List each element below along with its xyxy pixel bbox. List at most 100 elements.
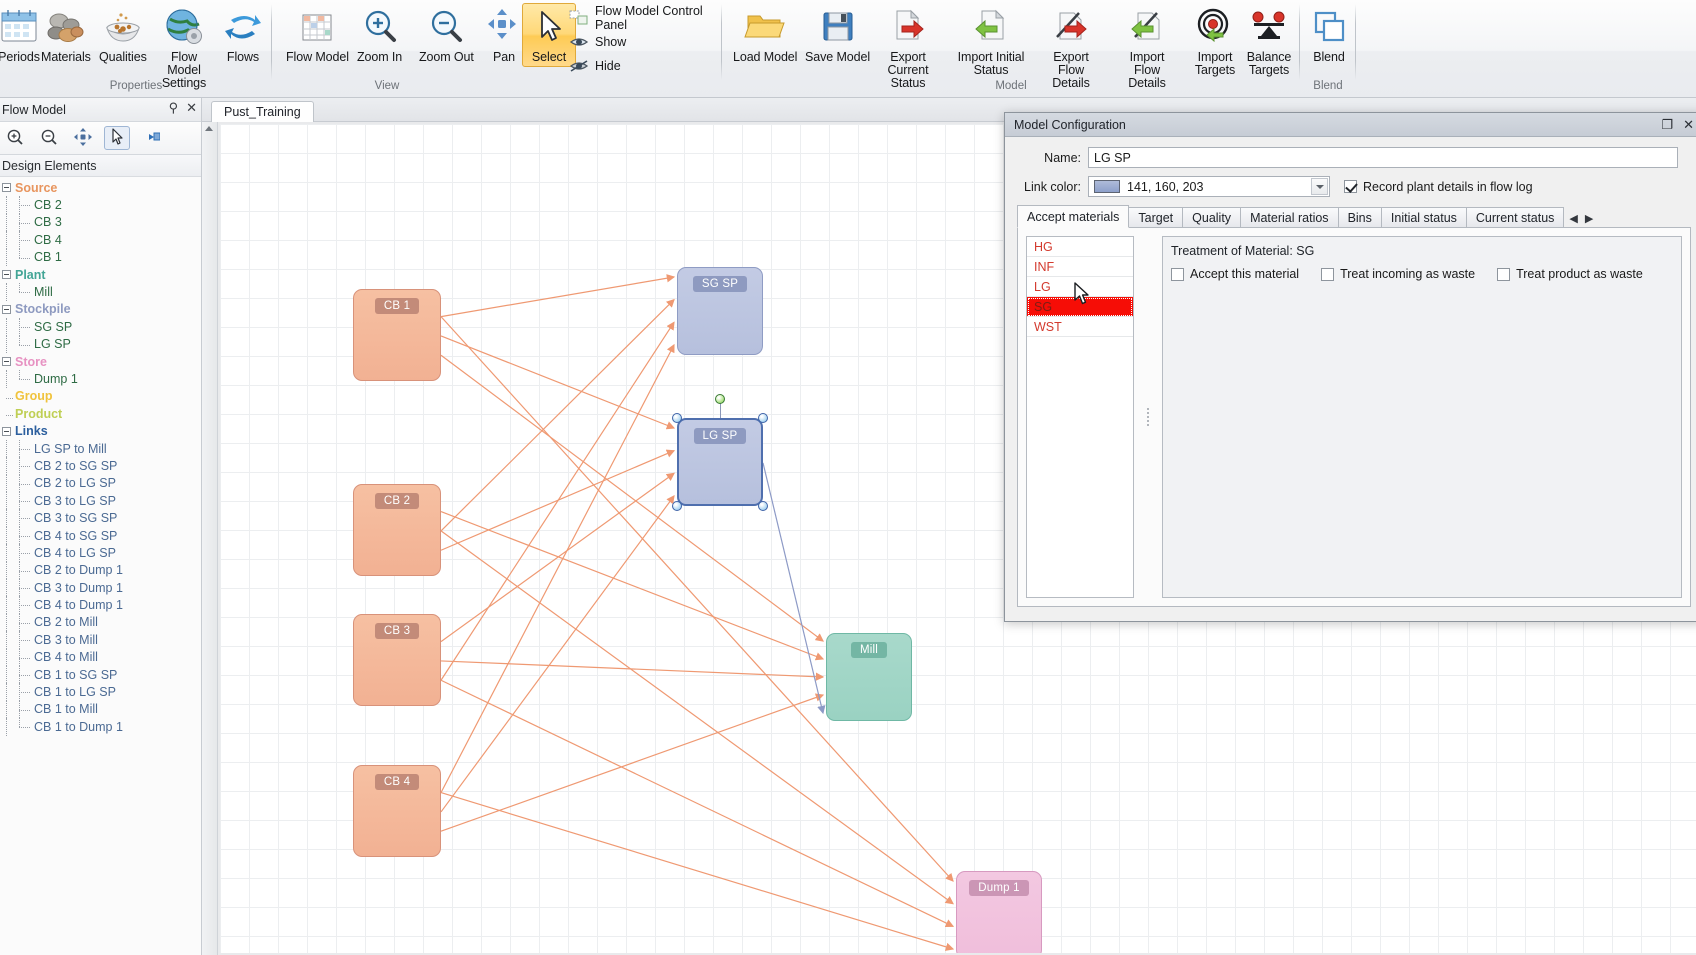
tree-expander-icon[interactable] — [1, 355, 14, 368]
tab-current-status[interactable]: Current status — [1465, 207, 1565, 228]
ribbon-button-import-targets[interactable]: Import Targets — [1188, 3, 1242, 80]
panel-zoom-in-button[interactable] — [2, 126, 28, 150]
tab-initial-status[interactable]: Initial status — [1380, 207, 1467, 228]
tree-item[interactable]: CB 2 to Mill — [0, 613, 201, 632]
rotate-handle[interactable] — [715, 394, 725, 404]
tree-item[interactable]: CB 3 to Mill — [0, 631, 201, 649]
tree-category-source[interactable]: Source — [0, 179, 201, 196]
flow-link[interactable] — [440, 274, 676, 318]
tree-item[interactable]: CB 1 to Mill — [0, 700, 201, 719]
dialog-titlebar[interactable]: Model Configuration ❐ ✕ — [1005, 113, 1696, 137]
document-tab-pust-training[interactable]: Pust_Training — [211, 101, 314, 122]
pin-icon[interactable]: ⚲ — [169, 100, 179, 116]
flow-node-cb-4[interactable]: CB 4 — [353, 765, 441, 857]
tab-bins[interactable]: Bins — [1337, 207, 1382, 228]
ribbon-item-hide[interactable]: Hide — [564, 54, 722, 78]
material-list-item[interactable]: HG — [1027, 237, 1133, 257]
name-input[interactable]: LG SP — [1088, 147, 1678, 168]
ribbon-button-flows[interactable]: Flows — [216, 3, 270, 67]
treatment-option-checkbox[interactable] — [1497, 267, 1511, 281]
ribbon-button-zoom-out[interactable]: Zoom Out — [414, 3, 479, 67]
ribbon-button-flow-model[interactable]: Flow Model — [281, 3, 354, 67]
panel-pan-button[interactable] — [70, 126, 96, 150]
ribbon-button-qualities[interactable]: Qualities — [94, 3, 152, 67]
maximize-icon[interactable]: ❐ — [1661, 117, 1673, 133]
tree-item[interactable]: CB 1 — [0, 248, 201, 267]
tree-item[interactable]: CB 3 to Dump 1 — [0, 578, 201, 597]
treatment-option[interactable]: Treat product as waste — [1497, 267, 1643, 281]
scroll-up-arrow-icon[interactable] — [205, 126, 213, 131]
ribbon-button-zoom-in[interactable]: Zoom In — [352, 3, 407, 67]
treatment-option-checkbox[interactable] — [1321, 267, 1335, 281]
close-icon[interactable]: ✕ — [186, 100, 197, 116]
tab-quality[interactable]: Quality — [1182, 207, 1242, 228]
flow-node-sg-sp[interactable]: SG SP — [677, 267, 763, 355]
material-list-item[interactable]: SG — [1027, 297, 1133, 317]
close-icon[interactable]: ✕ — [1683, 117, 1694, 133]
panel-zoom-out-button[interactable] — [36, 126, 62, 150]
dialog-tabstrip[interactable]: Accept materials Target Quality Material ra… — [1017, 205, 1691, 228]
tree-bullet-icon[interactable] — [1, 407, 14, 420]
canvas-vertical-scrollbar[interactable] — [202, 122, 218, 955]
ribbon-button-import-initial-status[interactable]: Import Initial Status — [951, 3, 1031, 80]
ribbon-button-blend[interactable]: Blend — [1302, 3, 1356, 67]
tree-item[interactable]: CB 1 to Dump 1 — [0, 718, 201, 736]
material-list-item[interactable]: WST — [1027, 317, 1133, 337]
flow-link[interactable] — [440, 660, 825, 681]
resize-handle[interactable] — [758, 413, 768, 423]
tab-prev-icon[interactable]: ◀ — [1569, 212, 1577, 225]
tree-item[interactable]: CB 3 to LG SP — [0, 492, 201, 510]
tree-expander-icon[interactable] — [1, 303, 14, 316]
flow-link[interactable] — [440, 316, 954, 882]
flow-link[interactable] — [440, 495, 675, 813]
treatment-option-checkbox[interactable] — [1171, 267, 1184, 281]
flow-node-dump-1[interactable]: Dump 1 — [956, 871, 1042, 953]
treatment-option[interactable]: Accept this material — [1171, 267, 1299, 281]
record-plant-details-checkbox[interactable] — [1344, 180, 1357, 193]
tree-category-plant[interactable]: Plant — [0, 266, 201, 283]
tree-category-store[interactable]: Store — [0, 353, 201, 370]
panel-select-button[interactable] — [104, 126, 130, 150]
resize-handle[interactable] — [672, 413, 682, 423]
record-plant-details-checkbox-row[interactable]: Record plant details in flow log — [1344, 180, 1533, 194]
ribbon-item-show[interactable]: Show — [564, 30, 722, 54]
tree-item[interactable]: CB 3 — [0, 213, 201, 232]
tree-item[interactable]: Mill — [0, 283, 201, 302]
flow-node-cb-1[interactable]: CB 1 — [353, 289, 441, 381]
tab-next-icon[interactable]: ▶ — [1585, 212, 1593, 225]
tree-category-product[interactable]: Product — [0, 405, 201, 422]
tree-expander-icon[interactable] — [1, 268, 14, 281]
tree-item[interactable]: CB 1 to SG SP — [0, 665, 201, 684]
tree-item[interactable]: CB 4 to SG SP — [0, 526, 201, 545]
tree-item[interactable]: CB 4 — [0, 231, 201, 249]
flow-link[interactable] — [440, 354, 824, 642]
tree-item[interactable]: CB 4 to Mill — [0, 648, 201, 667]
flow-link[interactable] — [440, 792, 955, 951]
flow-node-cb-3[interactable]: CB 3 — [353, 614, 441, 706]
tree-item[interactable]: Dump 1 — [0, 370, 201, 389]
tree-category-group[interactable]: Group — [0, 388, 201, 405]
ribbon-item-flow-model-control-panel[interactable]: Flow Model Control Panel — [564, 4, 722, 32]
tree-item[interactable]: CB 4 to LG SP — [0, 544, 201, 562]
tree-expander-icon[interactable] — [1, 181, 14, 194]
flow-node-lg-sp[interactable]: LG SP — [677, 418, 763, 506]
ribbon-button-materials[interactable]: Materials — [36, 3, 96, 67]
panel-fit-button[interactable] — [138, 126, 164, 150]
tree-item[interactable]: CB 2 to SG SP — [0, 457, 201, 476]
flow-link[interactable] — [440, 321, 675, 681]
tab-accept-materials[interactable]: Accept materials — [1017, 205, 1130, 228]
chevron-down-icon[interactable] — [1311, 178, 1328, 195]
ribbon-button-balance-targets[interactable]: Balance Targets — [1241, 3, 1297, 80]
material-list-item[interactable]: INF — [1027, 257, 1133, 277]
tab-material-ratios[interactable]: Material ratios — [1240, 207, 1339, 228]
tree-item[interactable]: CB 2 to LG SP — [0, 474, 201, 493]
flow-link[interactable] — [440, 511, 825, 661]
tree-item[interactable]: LG SP — [0, 335, 201, 354]
tree-expander-icon[interactable] — [1, 425, 14, 438]
treatment-option[interactable]: Treat incoming as waste — [1321, 267, 1475, 281]
splitter-handle[interactable] — [1144, 236, 1152, 598]
tab-scroll-nav[interactable]: ◀ ▶ — [1569, 212, 1593, 228]
flow-node-mill[interactable]: Mill — [826, 633, 912, 721]
resize-handle[interactable] — [672, 501, 682, 511]
tree-category-stockpile[interactable]: Stockpile — [0, 301, 201, 318]
